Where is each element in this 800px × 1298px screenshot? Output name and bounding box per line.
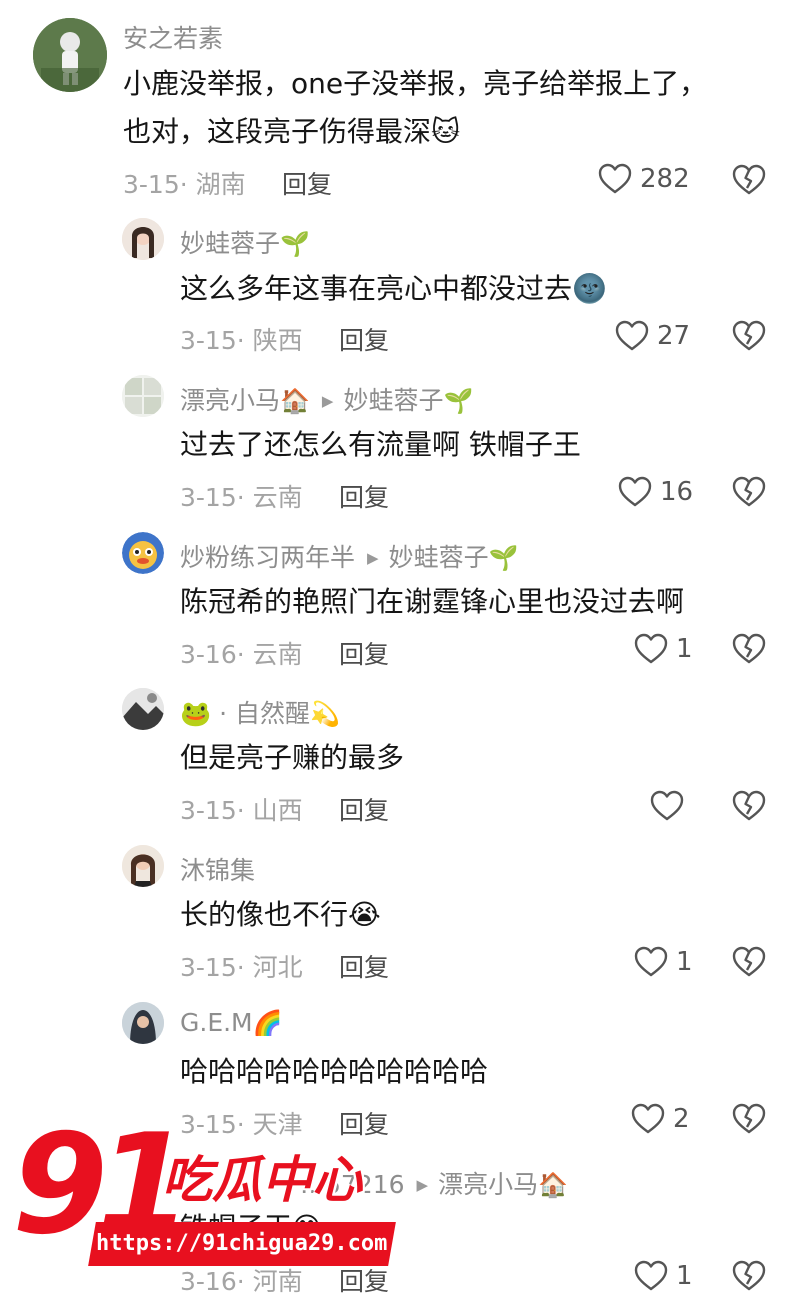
like-button[interactable]: 1 xyxy=(634,633,693,665)
comment-text: 小鹿没举报，one子没举报，亮子给举报上了， xyxy=(123,67,708,100)
watermark-logo: 91 吃瓜中心 https://91chigua29.com xyxy=(12,1110,412,1287)
comment-text: 长的像也不行😭 xyxy=(180,898,381,931)
like-count: 2 xyxy=(673,1104,690,1134)
broken-heart-icon xyxy=(732,946,766,977)
four-pictures-avatar-icon xyxy=(122,375,164,417)
heart-outline-icon xyxy=(650,790,684,821)
heart-outline-icon xyxy=(634,633,668,664)
broken-heart-icon xyxy=(732,1260,766,1291)
seedling-emoji: 🌱 xyxy=(280,230,310,258)
dislike-button[interactable] xyxy=(732,1260,766,1294)
heart-outline-icon xyxy=(631,1103,665,1134)
astronaut-icon xyxy=(33,18,107,92)
comment-text: 也对，这段亮子伤得最深🐱 xyxy=(123,115,461,148)
avatar[interactable] xyxy=(122,375,164,417)
avatar[interactable] xyxy=(122,688,164,730)
dislike-button[interactable] xyxy=(732,633,766,667)
broken-heart-icon xyxy=(732,320,766,351)
reply-arrow-icon: ▶ xyxy=(367,549,379,567)
like-button[interactable] xyxy=(650,790,692,822)
username[interactable]: 炒粉练习两年半 ▶ 妙蛙蓉子🌱 xyxy=(180,538,518,574)
broken-heart-icon xyxy=(732,164,766,195)
dislike-button[interactable] xyxy=(732,476,766,510)
reply-button[interactable]: 回复 xyxy=(339,635,389,671)
comment-text: 但是亮子赚的最多 xyxy=(180,741,405,774)
reply-arrow-icon: ▶ xyxy=(321,392,334,410)
reply-button[interactable]: 回复 xyxy=(339,791,389,827)
dislike-button[interactable] xyxy=(732,1103,766,1137)
heart-outline-icon xyxy=(615,320,649,351)
comment-text: 过去了还怎么有流量啊 铁帽子王 xyxy=(180,428,581,461)
avatar[interactable] xyxy=(122,218,164,260)
username[interactable]: 妙蛙蓉子🌱 xyxy=(180,224,310,260)
dislike-button[interactable] xyxy=(732,320,766,354)
dislike-button[interactable] xyxy=(732,946,766,980)
cartoon-duck-avatar-icon xyxy=(122,532,164,574)
dizzy-emoji: 💫 xyxy=(309,700,340,728)
house-emoji: 🏠 xyxy=(280,387,310,415)
dislike-button[interactable] xyxy=(732,164,766,198)
like-button[interactable]: 2 xyxy=(631,1103,690,1135)
username[interactable]: 🐸 · 自然醒💫 xyxy=(180,694,340,730)
rainbow-emoji: 🌈 xyxy=(252,1009,283,1037)
comment-text: 这么多年这事在亮心中都没过去🌚 xyxy=(180,272,607,305)
username[interactable]: 沐锦集 xyxy=(180,851,255,887)
seedling-emoji: 🌱 xyxy=(443,387,474,415)
reply-button[interactable]: 回复 xyxy=(282,165,332,201)
date-location: 3-15· 陕西 xyxy=(180,326,303,355)
reply-arrow-icon: ▶ xyxy=(416,1176,429,1194)
avatar[interactable] xyxy=(33,18,107,92)
date-location: 3-15· 云南 xyxy=(180,483,303,512)
date-location: 3-15· 河北 xyxy=(180,953,303,982)
like-button[interactable]: 282 xyxy=(598,163,690,195)
username[interactable]: 安之若素 xyxy=(123,19,223,55)
broken-heart-icon xyxy=(732,476,766,507)
like-button[interactable]: 1 xyxy=(634,1260,693,1292)
heart-outline-icon xyxy=(598,163,632,194)
reply-button[interactable]: 回复 xyxy=(339,321,389,357)
comment-text: 哈哈哈哈哈哈哈哈哈哈哈 xyxy=(180,1055,489,1088)
avatar[interactable] xyxy=(122,1002,164,1044)
like-count: 282 xyxy=(640,164,690,194)
reply-to-username[interactable]: 妙蛙蓉子 xyxy=(343,386,443,415)
watermark-url: https://91chigua29.com xyxy=(88,1222,396,1266)
heart-outline-icon xyxy=(634,1260,668,1291)
date-location: 3-15· 湖南 xyxy=(123,170,246,199)
avatar[interactable] xyxy=(122,532,164,574)
reply-to-username[interactable]: 漂亮小马 xyxy=(438,1170,538,1199)
seedling-emoji: 🌱 xyxy=(488,544,519,572)
like-count: 1 xyxy=(676,634,693,664)
username[interactable]: 漂亮小马🏠 ▶ 妙蛙蓉子🌱 xyxy=(180,381,473,417)
like-button[interactable]: 1 xyxy=(634,946,693,978)
dislike-button[interactable] xyxy=(732,790,766,824)
like-count: 27 xyxy=(657,321,691,351)
comment-text: 陈冠希的艳照门在谢霆锋心里也没过去啊 xyxy=(180,585,685,618)
avatar[interactable] xyxy=(122,845,164,887)
reply-button[interactable]: 回复 xyxy=(339,478,389,514)
reply-to-username[interactable]: 妙蛙蓉子 xyxy=(389,543,489,572)
woman-portrait-icon xyxy=(122,845,164,887)
watermark-title: 吃瓜中心 xyxy=(162,1151,362,1209)
house-emoji: 🏠 xyxy=(538,1171,568,1199)
broken-heart-icon xyxy=(732,633,766,664)
like-count: 16 xyxy=(660,477,694,507)
like-button[interactable]: 16 xyxy=(618,476,693,508)
dark-photo-avatar-icon xyxy=(122,688,164,730)
heart-outline-icon xyxy=(634,946,668,977)
date-location: 3-15· 山西 xyxy=(180,796,303,825)
hooded-figure-avatar-icon xyxy=(122,1002,164,1044)
heart-outline-icon xyxy=(618,476,652,507)
reply-button[interactable]: 回复 xyxy=(339,948,389,984)
like-count: 1 xyxy=(676,947,693,977)
broken-heart-icon xyxy=(732,790,766,821)
username[interactable]: G.E.M🌈 xyxy=(180,1008,283,1037)
girl-portrait-icon xyxy=(122,218,164,260)
like-button[interactable]: 27 xyxy=(615,320,690,352)
broken-heart-icon xyxy=(732,1103,766,1134)
date-location: 3-16· 云南 xyxy=(180,640,303,669)
